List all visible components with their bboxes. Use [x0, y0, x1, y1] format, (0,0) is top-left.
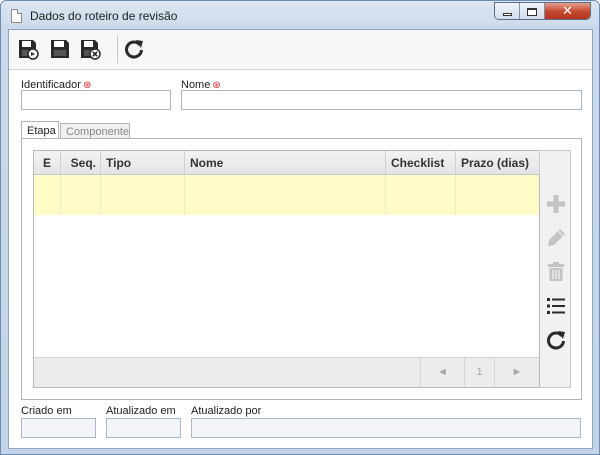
- column-header-tipo[interactable]: Tipo: [101, 151, 185, 175]
- minimize-button[interactable]: [495, 3, 520, 19]
- dialog-window: Dados do roteiro de revisão ✕ Identifica…: [0, 0, 600, 455]
- atualizado-por-label: Atualizado por: [191, 405, 262, 417]
- window-controls: ✕: [494, 2, 591, 20]
- column-header-seq[interactable]: Seq.: [61, 151, 101, 175]
- tab-panel-etapa: E Seq. Tipo Nome Checklist Prazo (dias): [21, 138, 582, 400]
- atualizado-em-field: [106, 418, 181, 438]
- title-bar[interactable]: Dados do roteiro de revisão ✕: [1, 1, 599, 29]
- pager-prev-button[interactable]: ◄: [420, 358, 464, 387]
- etapa-grid: E Seq. Tipo Nome Checklist Prazo (dias): [33, 150, 540, 388]
- add-icon[interactable]: [545, 193, 567, 215]
- close-button[interactable]: ✕: [545, 3, 590, 19]
- minimize-icon: [502, 12, 512, 16]
- column-header-prazo[interactable]: Prazo (dias): [456, 151, 540, 175]
- cell-prazo: [456, 175, 539, 215]
- column-header-checklist[interactable]: Checklist: [386, 151, 456, 175]
- maximize-button[interactable]: [520, 3, 545, 19]
- cell-nome: [185, 175, 386, 215]
- save-new-icon[interactable]: [17, 38, 39, 60]
- dialog-content: Identificador ⊛ Nome ⊛ Etapa Componente E …: [8, 29, 593, 449]
- delete-icon[interactable]: [545, 261, 567, 283]
- criado-em-field: [21, 418, 96, 438]
- refresh-icon[interactable]: [123, 38, 145, 60]
- pager-page-number: 1: [464, 358, 494, 387]
- atualizado-por-field: [191, 418, 581, 438]
- cell-e: [34, 175, 61, 215]
- close-icon: ✕: [562, 4, 573, 19]
- list-icon[interactable]: [545, 295, 567, 317]
- document-icon: [11, 9, 22, 23]
- pager-next-button[interactable]: ►: [494, 358, 539, 387]
- refresh-icon[interactable]: [545, 329, 567, 351]
- cell-seq: [61, 175, 101, 215]
- grid-pager: ◄ 1 ►: [34, 357, 539, 387]
- column-header-nome[interactable]: Nome: [185, 151, 386, 175]
- save-close-icon[interactable]: [79, 38, 101, 60]
- toolbar: [9, 30, 592, 70]
- maximize-icon: [527, 7, 537, 16]
- window-title: Dados do roteiro de revisão: [30, 9, 178, 23]
- tab-componente[interactable]: Componente: [60, 123, 130, 139]
- criado-em-label: Criado em: [21, 405, 72, 417]
- cell-checklist: [386, 175, 456, 215]
- save-icon[interactable]: [49, 38, 71, 60]
- atualizado-em-label: Atualizado em: [106, 405, 176, 417]
- table-row[interactable]: [34, 175, 539, 215]
- toolbar-separator: [117, 35, 118, 63]
- cell-tipo: [101, 175, 185, 215]
- identificador-input[interactable]: [21, 90, 171, 110]
- grid-actions: [540, 150, 571, 388]
- grid-header: E Seq. Tipo Nome Checklist Prazo (dias): [34, 151, 540, 175]
- tab-etapa[interactable]: Etapa: [21, 121, 59, 139]
- edit-icon[interactable]: [545, 227, 567, 249]
- column-header-e[interactable]: E: [34, 151, 61, 175]
- nome-input[interactable]: [181, 90, 582, 110]
